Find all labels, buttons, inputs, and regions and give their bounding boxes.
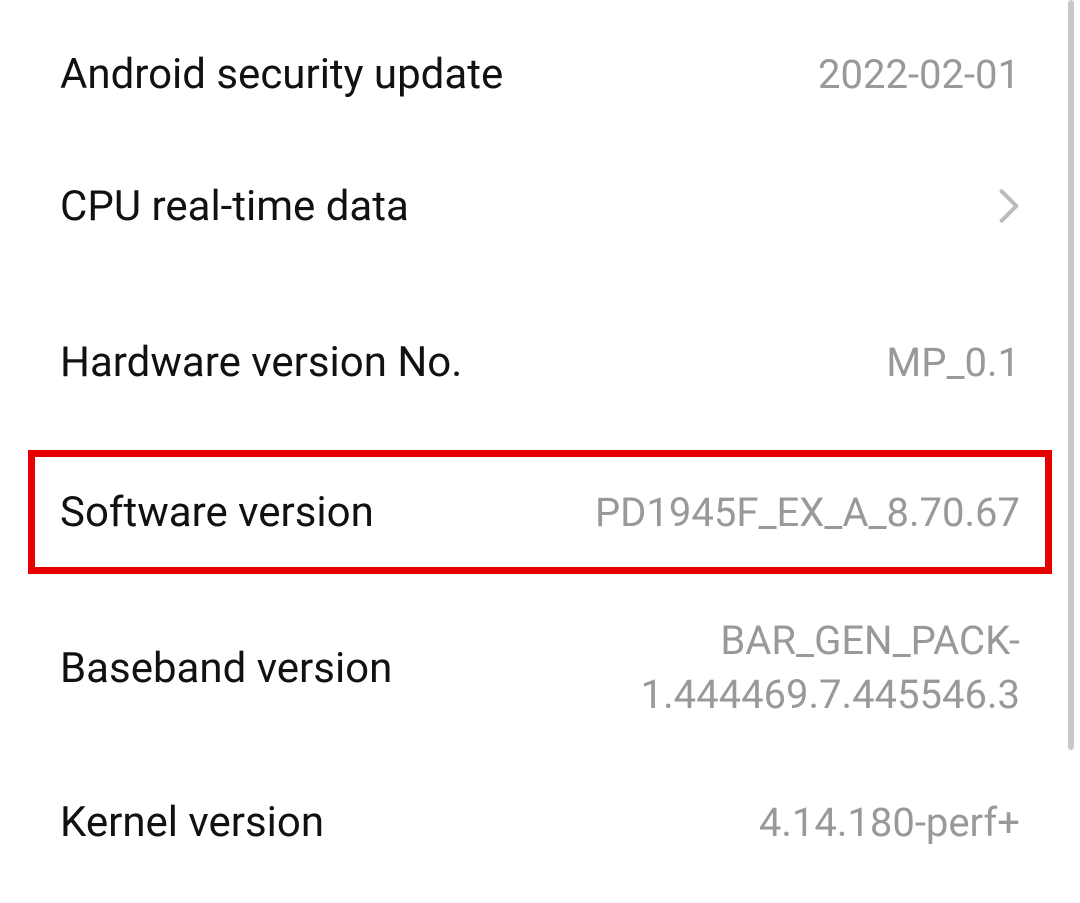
- software-version-label: Software version: [60, 488, 374, 537]
- android-security-value: 2022-02-01: [818, 51, 1020, 98]
- settings-list: Android security update 2022-02-01 CPU r…: [0, 0, 1080, 892]
- hardware-version-value: MP_0.1: [886, 339, 1020, 386]
- setting-row-software-version[interactable]: Software version PD1945F_EX_A_8.70.67: [28, 450, 1052, 574]
- kernel-version-value: 4.14.180-perf+: [759, 799, 1020, 846]
- baseband-version-value: BAR_GEN_PACK-1.444469.7.445546.3: [432, 614, 1020, 722]
- baseband-version-label: Baseband version: [60, 644, 392, 693]
- chevron-right-icon: [998, 187, 1020, 225]
- setting-row-kernel-version[interactable]: Kernel version 4.14.180-perf+: [0, 752, 1080, 892]
- software-version-value: PD1945F_EX_A_8.70.67: [595, 489, 1020, 536]
- setting-row-hardware-version[interactable]: Hardware version No. MP_0.1: [0, 282, 1080, 442]
- cpu-realtime-label: CPU real-time data: [60, 182, 409, 231]
- setting-row-baseband-version[interactable]: Baseband version BAR_GEN_PACK-1.444469.7…: [0, 584, 1080, 752]
- software-version-highlight: Software version PD1945F_EX_A_8.70.67: [0, 442, 1080, 584]
- hardware-version-label: Hardware version No.: [60, 338, 462, 387]
- android-security-label: Android security update: [60, 50, 503, 99]
- setting-row-cpu-realtime[interactable]: CPU real-time data: [0, 130, 1080, 282]
- scrollbar[interactable]: [1068, 0, 1074, 750]
- kernel-version-label: Kernel version: [60, 798, 324, 847]
- setting-row-android-security[interactable]: Android security update 2022-02-01: [0, 0, 1080, 130]
